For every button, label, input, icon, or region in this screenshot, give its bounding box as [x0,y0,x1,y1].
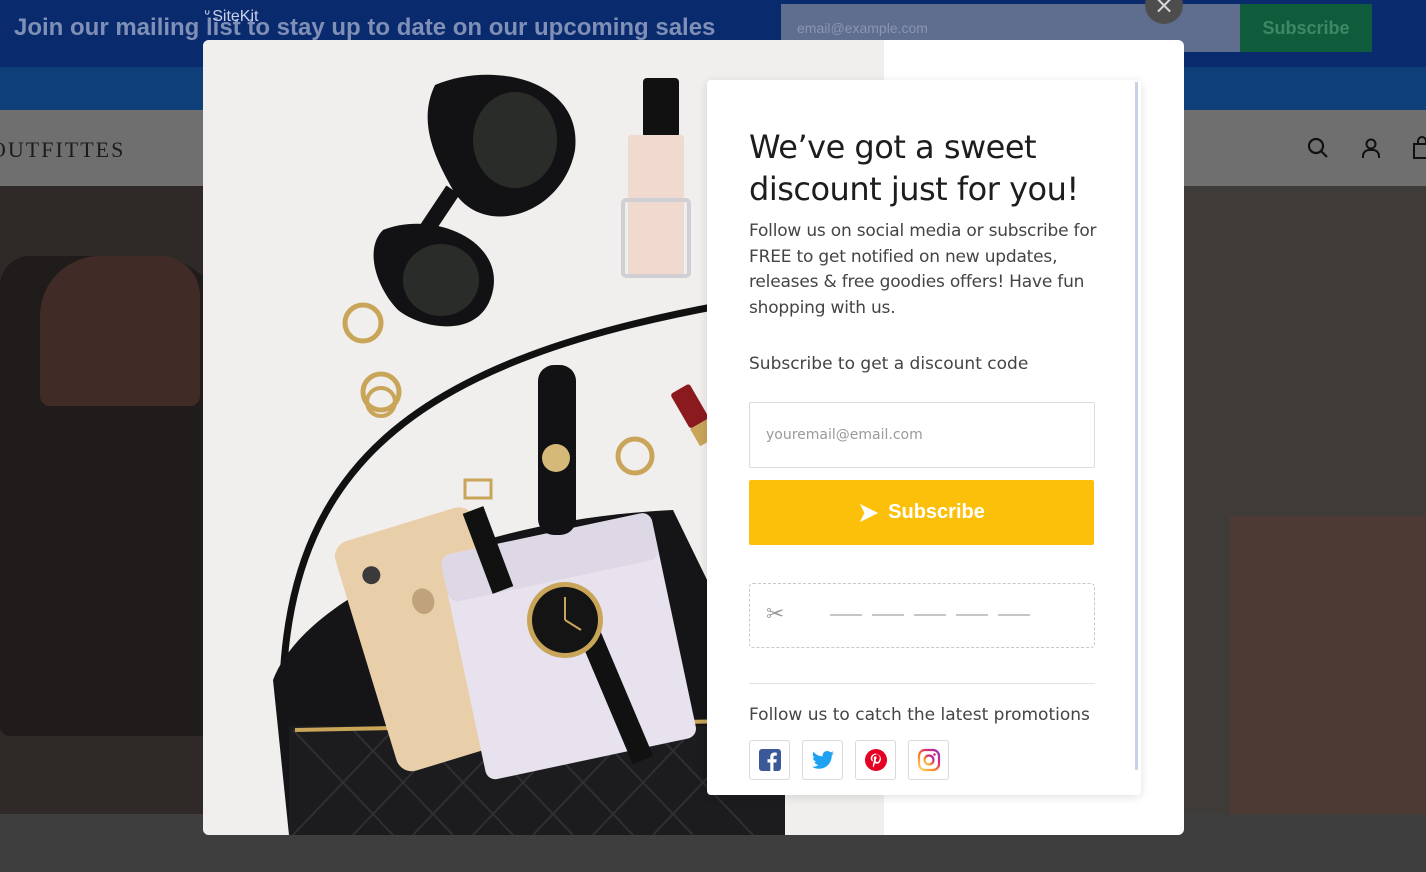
hero-right-deco [1230,516,1426,814]
announcement-text: Join our mailing list to stay up to date… [14,14,716,41]
leaf-icon: ᐡ [204,8,211,25]
coupon-dash [872,614,904,616]
twitter-icon [811,751,834,769]
instagram-icon [917,748,940,772]
coupon-code-box: ✂ [749,583,1095,648]
sitekit-badge: ᐡ SiteKit [204,6,258,26]
modal-description: Follow us on social media or subscribe f… [749,221,1097,318]
coupon-dash [830,614,862,616]
card-scrollbar[interactable] [1135,82,1138,770]
twitter-link[interactable] [802,740,843,780]
scissors-icon: ✂ [766,602,785,627]
sitekit-label: SiteKit [212,8,259,25]
coupon-dash [956,614,988,616]
subscribe-prompt: Subscribe to get a discount code [749,354,1029,374]
discount-modal: We’ve got a sweet discount just for you!… [203,40,1184,835]
site-logo[interactable]: OUTFITTES [0,137,125,163]
coupon-dash [914,614,946,616]
social-links [749,740,949,780]
discount-subscribe-button[interactable]: Subscribe [749,480,1094,545]
cart-icon[interactable] [1412,136,1426,160]
pinterest-link[interactable] [855,740,896,780]
coupon-dash [998,614,1030,616]
follow-text: Follow us to catch the latest promotions [749,705,1090,725]
discount-email-input[interactable] [749,402,1095,468]
coupon-placeholder [830,614,1030,616]
subscribe-button-label: Subscribe [888,501,985,523]
modal-title: We’ve got a sweet discount just for you! [749,128,1079,208]
hero-chair-cushion [40,256,200,406]
instagram-link[interactable] [908,740,949,780]
send-icon [859,503,879,522]
facebook-link[interactable] [749,740,790,780]
facebook-icon [758,749,781,771]
discount-card: We’ve got a sweet discount just for you!… [707,80,1141,795]
pinterest-icon [864,749,887,771]
search-icon[interactable] [1306,136,1330,160]
account-icon[interactable] [1359,136,1383,160]
newsletter-subscribe-button[interactable]: Subscribe [1240,4,1372,52]
section-divider [749,683,1095,684]
